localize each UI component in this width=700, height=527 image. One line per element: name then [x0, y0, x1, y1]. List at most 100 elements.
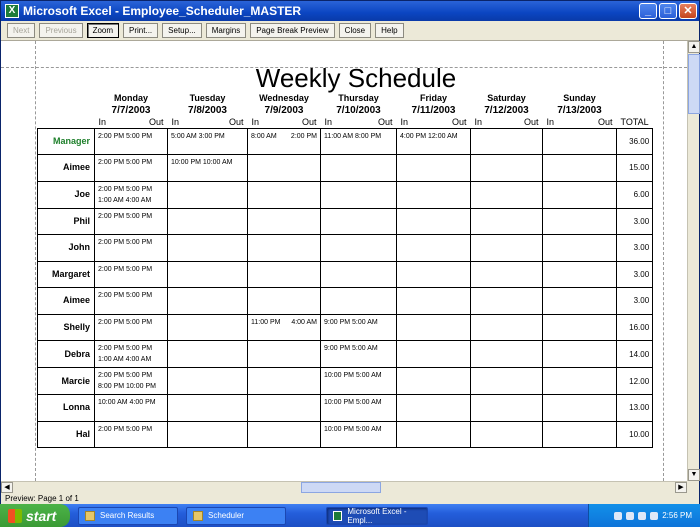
shift-cell[interactable]: 2:00 PM 5:00 PM 1:00 AM 4:00 AM [94, 180, 168, 209]
row-total[interactable]: 3.00 [615, 234, 654, 262]
employee-name[interactable]: Manager [37, 127, 95, 155]
employee-name[interactable]: Aimee [37, 287, 95, 315]
shift-cell[interactable]: 10:00 AM 4:00 PM [94, 394, 168, 422]
vertical-scrollbar[interactable]: ▲ ▼ [687, 41, 700, 481]
shift-cell[interactable] [247, 260, 321, 288]
row-total[interactable]: 6.00 [615, 180, 654, 209]
employee-name[interactable]: John [37, 234, 95, 262]
shift-cell[interactable] [167, 207, 248, 235]
shift-cell[interactable]: 2:00 PM 5:00 PM 1:00 AM 4:00 AM [94, 340, 168, 368]
next-button[interactable]: Next [7, 23, 36, 38]
shift-cell[interactable] [167, 234, 248, 262]
shift-cell[interactable] [247, 207, 321, 235]
shift-cell[interactable] [396, 420, 471, 448]
employee-name[interactable]: Joe [37, 180, 95, 209]
shift-cell[interactable] [167, 340, 248, 368]
title-bar[interactable]: X Microsoft Excel - Employee_Scheduler_M… [1, 1, 699, 21]
close-window-button[interactable]: ✕ [679, 3, 697, 19]
shift-cell[interactable] [247, 394, 321, 422]
shift-cell[interactable]: 2:00 PM 5:00 PM [94, 287, 168, 315]
shift-cell[interactable] [396, 287, 471, 315]
horizontal-scroll-thumb[interactable] [301, 482, 381, 493]
shift-cell[interactable] [542, 340, 617, 368]
margins-button[interactable]: Margins [205, 23, 247, 38]
row-total[interactable]: 14.00 [615, 340, 654, 368]
shift-cell[interactable] [470, 127, 543, 155]
shift-cell[interactable] [247, 367, 321, 395]
shift-cell[interactable] [470, 394, 543, 422]
maximize-button[interactable]: □ [659, 3, 677, 19]
employee-name[interactable]: Margaret [37, 260, 95, 288]
shift-cell[interactable] [470, 180, 543, 209]
shift-cell[interactable]: 11:00 AM 8:00 PM [320, 127, 397, 155]
employee-name[interactable]: Lonna [37, 394, 95, 422]
shift-cell[interactable] [470, 313, 543, 341]
horizontal-scrollbar[interactable]: ◀ ▶ [1, 481, 687, 493]
shift-cell[interactable] [320, 207, 397, 235]
taskbar-item-scheduler[interactable]: Scheduler [186, 506, 286, 525]
zoom-button[interactable]: Zoom [86, 23, 120, 38]
shift-cell[interactable] [470, 287, 543, 315]
shift-cell[interactable] [470, 260, 543, 288]
shift-cell[interactable]: 2:00 PM 5:00 PM [94, 127, 168, 155]
start-button[interactable]: start [0, 504, 70, 527]
shift-cell[interactable] [247, 420, 321, 448]
scroll-right-arrow-icon[interactable]: ▶ [675, 482, 687, 493]
shift-cell[interactable] [167, 287, 248, 315]
shift-cell[interactable]: 10:00 PM 10:00 AM [167, 154, 248, 182]
shift-cell[interactable]: 10:00 PM 5:00 AM [320, 394, 397, 422]
shift-cell[interactable] [470, 340, 543, 368]
shift-cell[interactable] [167, 394, 248, 422]
shift-cell[interactable] [470, 234, 543, 262]
vertical-scroll-thumb[interactable] [688, 54, 700, 114]
shift-cell[interactable] [542, 420, 617, 448]
shift-cell[interactable]: 2:00 PM 5:00 PM [94, 234, 168, 262]
employee-name[interactable]: Hal [37, 420, 95, 448]
row-total[interactable]: 13.00 [615, 394, 654, 422]
shift-cell[interactable] [167, 180, 248, 209]
setup-button[interactable]: Setup... [162, 23, 202, 38]
margin-guide-right[interactable] [663, 41, 664, 481]
network-icon[interactable] [614, 511, 623, 520]
shift-cell[interactable] [396, 207, 471, 235]
shift-cell[interactable]: 4:00 PM 12:00 AM [396, 127, 471, 155]
shift-cell[interactable] [542, 127, 617, 155]
shift-cell[interactable] [470, 420, 543, 448]
employee-name[interactable]: Phil [37, 207, 95, 235]
shift-cell[interactable] [396, 367, 471, 395]
shift-cell[interactable] [396, 340, 471, 368]
volume-icon[interactable] [626, 511, 635, 520]
row-total[interactable]: 36.00 [615, 127, 654, 155]
shift-cell[interactable] [247, 234, 321, 262]
shift-cell[interactable] [542, 207, 617, 235]
shift-cell[interactable] [320, 260, 397, 288]
shift-cell[interactable]: 2:00 PM 5:00 PM [94, 313, 168, 341]
shift-cell[interactable]: 10:00 PM 5:00 AM [320, 367, 397, 395]
shift-cell[interactable] [470, 154, 543, 182]
employee-name[interactable]: Shelly [37, 313, 95, 341]
shift-cell[interactable] [320, 287, 397, 315]
shift-cell[interactable]: 10:00 PM 5:00 AM [320, 420, 397, 448]
shift-cell[interactable] [542, 260, 617, 288]
shift-cell[interactable] [247, 340, 321, 368]
row-total[interactable]: 16.00 [615, 313, 654, 341]
scroll-up-arrow-icon[interactable]: ▲ [688, 41, 700, 53]
print-button[interactable]: Print... [123, 23, 159, 38]
row-total[interactable]: 3.00 [615, 260, 654, 288]
shift-cell[interactable] [396, 154, 471, 182]
shift-cell[interactable] [470, 207, 543, 235]
shift-cell[interactable] [247, 154, 321, 182]
shift-cell[interactable] [167, 367, 248, 395]
shift-cell[interactable] [396, 394, 471, 422]
close-preview-button[interactable]: Close [338, 23, 372, 38]
shift-cell[interactable] [396, 313, 471, 341]
shift-cell[interactable]: 9:00 PM 5:00 AM [320, 313, 397, 341]
taskbar-item-excel[interactable]: Microsoft Excel - Empl... [326, 506, 428, 525]
shift-cell[interactable] [542, 234, 617, 262]
shift-cell[interactable] [247, 287, 321, 315]
shift-cell[interactable] [542, 367, 617, 395]
shift-cell[interactable]: 2:00 PM 5:00 PM [94, 260, 168, 288]
shift-cell[interactable] [320, 180, 397, 209]
taskbar-item-search-results[interactable]: Search Results [78, 506, 178, 525]
row-total[interactable]: 15.00 [615, 154, 654, 182]
